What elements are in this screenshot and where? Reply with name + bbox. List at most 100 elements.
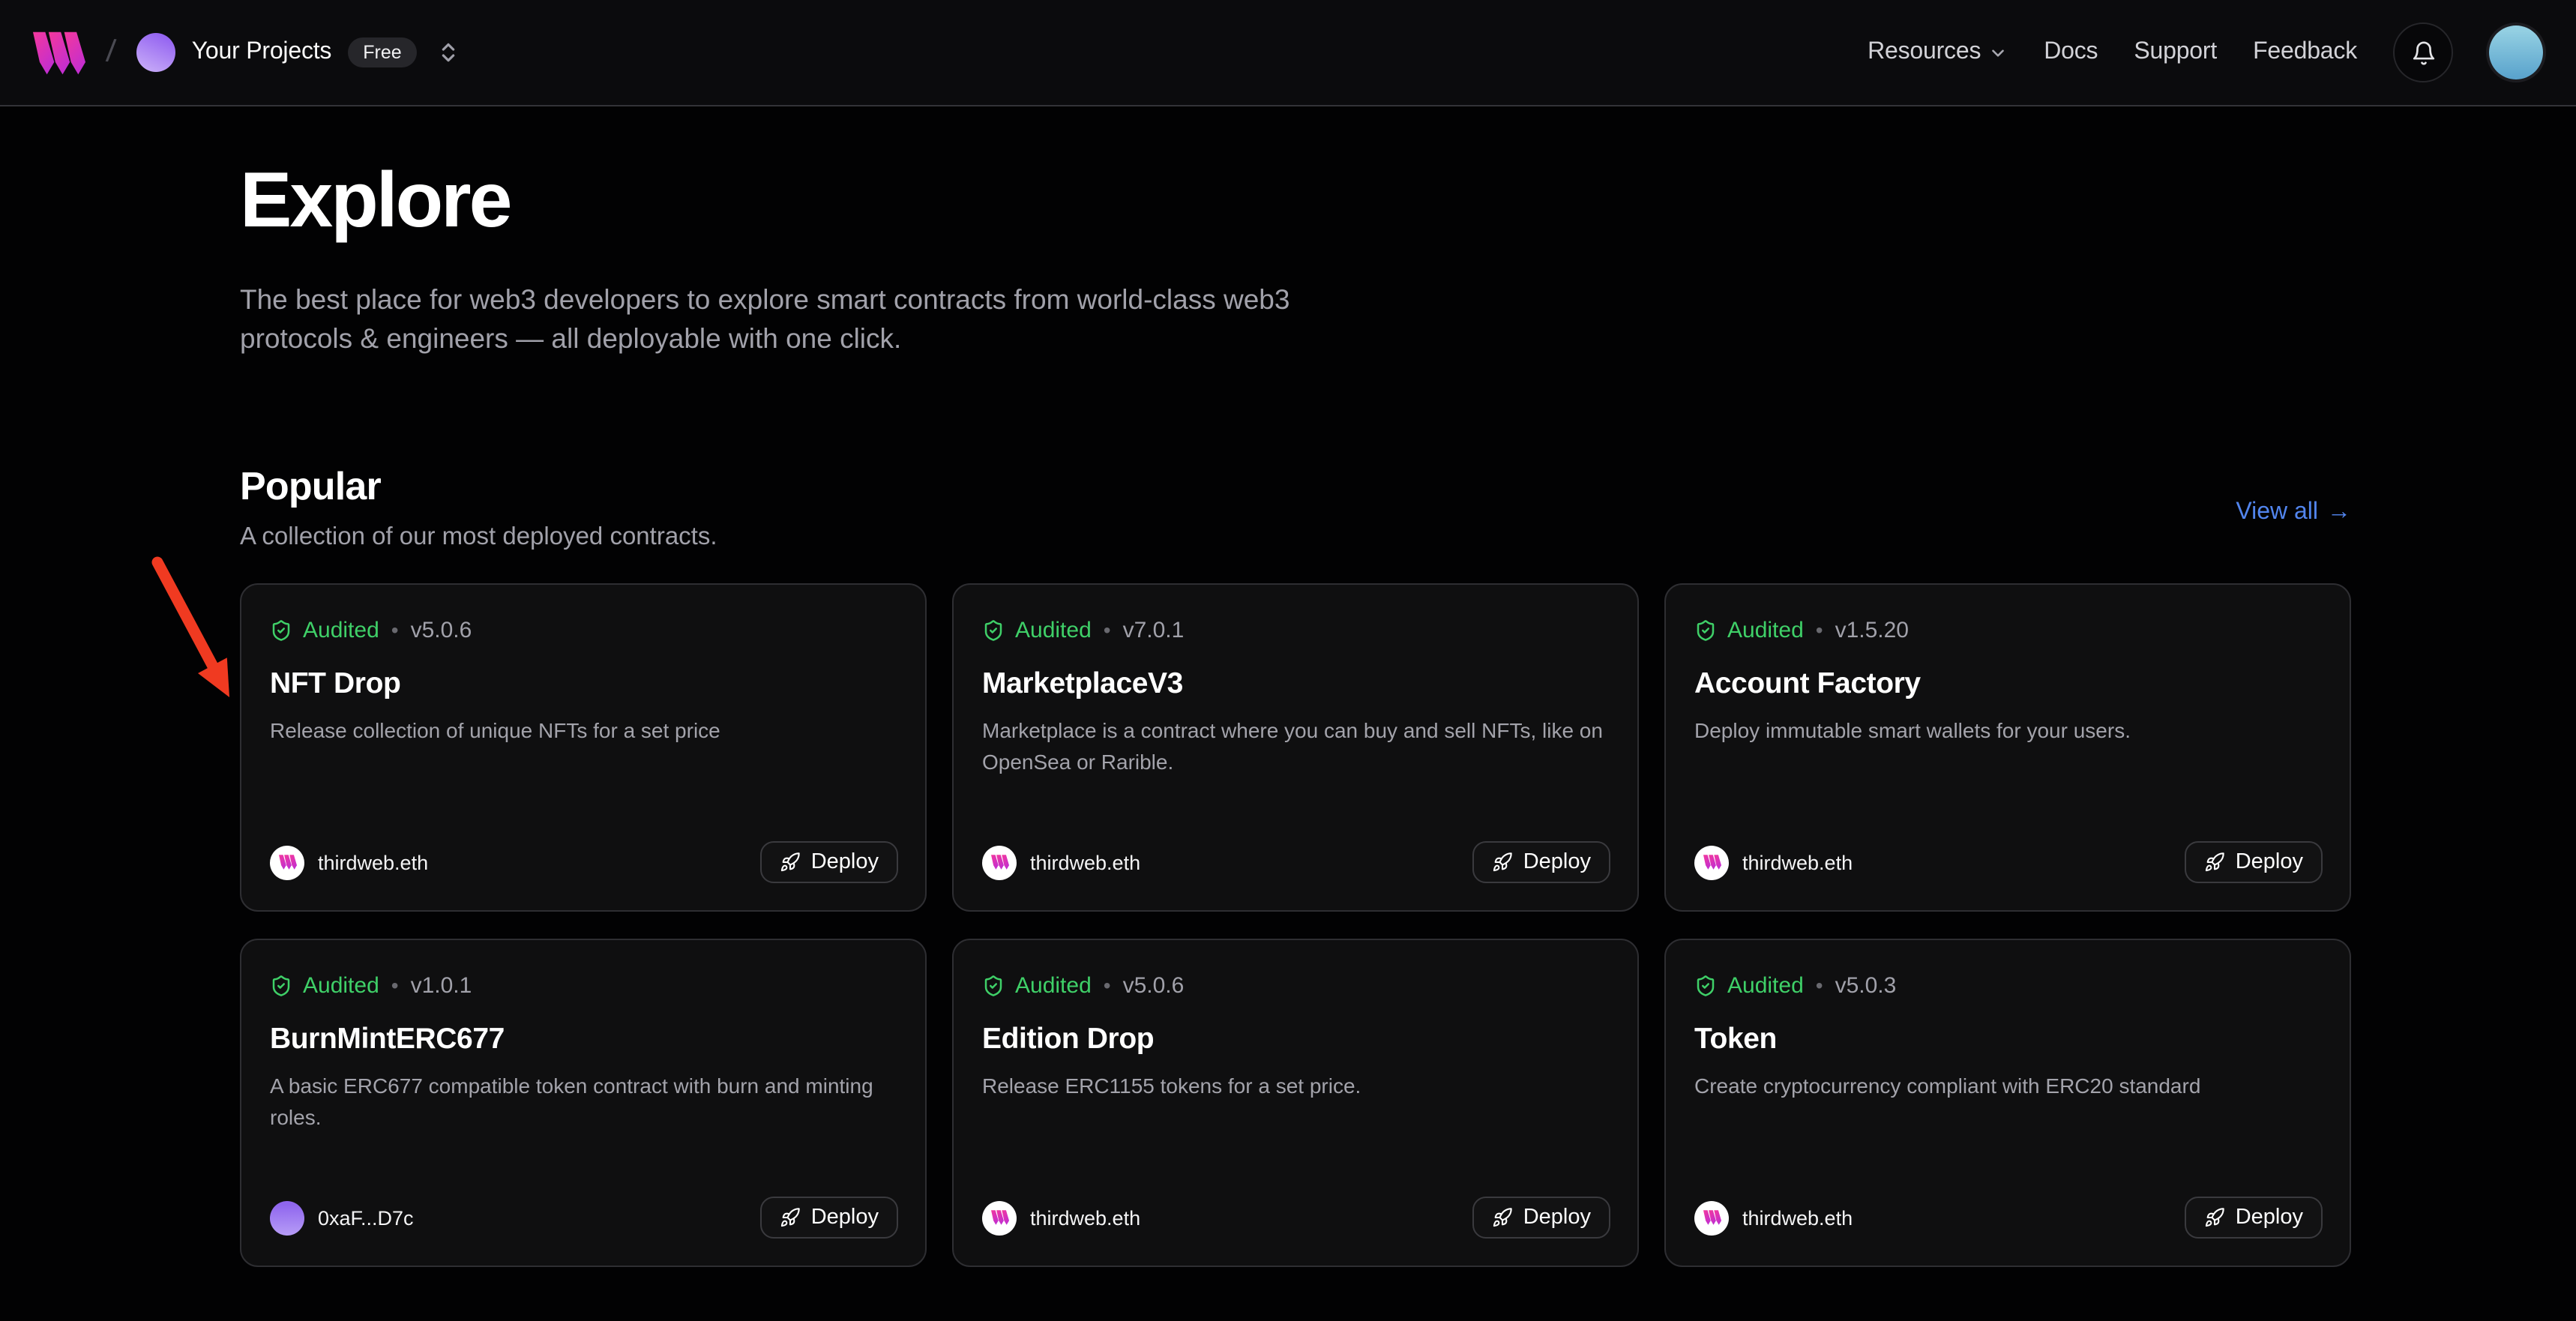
version-label: v5.0.6 — [1123, 972, 1185, 998]
badge-row: Audited • v5.0.6 — [982, 970, 1610, 1000]
nav-links: Resources Docs Support Feedback — [1868, 22, 2543, 82]
badge-row: Audited • v5.0.6 — [270, 615, 898, 645]
deploy-button[interactable]: Deploy — [2185, 841, 2323, 883]
dot-separator: • — [1104, 618, 1111, 642]
audited-badge: Audited — [1015, 972, 1092, 998]
contracts-grid: Audited • v5.0.6 NFT Drop Release collec… — [240, 583, 2351, 1267]
dot-separator: • — [1104, 973, 1111, 997]
dot-separator: • — [1816, 618, 1823, 642]
deploy-label: Deploy — [811, 1206, 879, 1230]
breadcrumb: / Your Projects Free — [33, 31, 460, 74]
contract-card-marketplacev3[interactable]: Audited • v7.0.1 MarketplaceV3 Marketpla… — [952, 583, 1639, 912]
dot-separator: • — [391, 973, 399, 997]
publisher-avatar-thirdweb[interactable] — [1694, 845, 1729, 879]
contract-description: A basic ERC677 compatible token contract… — [270, 1071, 898, 1134]
audited-badge: Audited — [1727, 617, 1804, 643]
chevron-down-icon — [1988, 43, 2008, 62]
view-all-link[interactable]: View all → — [2236, 499, 2351, 526]
version-label: v7.0.1 — [1123, 617, 1185, 643]
shield-check-icon — [982, 974, 1005, 996]
deploy-button[interactable]: Deploy — [760, 1197, 898, 1239]
badge-row: Audited • v7.0.1 — [982, 615, 1610, 645]
deploy-label: Deploy — [2236, 850, 2303, 874]
publisher-name[interactable]: 0xaF...D7c — [318, 1206, 414, 1229]
deploy-label: Deploy — [811, 850, 879, 874]
project-avatar[interactable] — [136, 33, 175, 72]
publisher-name[interactable]: thirdweb.eth — [1030, 1206, 1140, 1229]
card-footer: thirdweb.eth Deploy — [982, 841, 1610, 883]
publisher-name[interactable]: thirdweb.eth — [1742, 851, 1853, 873]
audited-badge: Audited — [1015, 617, 1092, 643]
rocket-icon — [1492, 852, 1513, 873]
deploy-label: Deploy — [1523, 850, 1591, 874]
nav-resources[interactable]: Resources — [1868, 39, 2008, 66]
nav-resources-label: Resources — [1868, 39, 1981, 66]
deploy-button[interactable]: Deploy — [2185, 1197, 2323, 1239]
publisher-avatar-wallet[interactable] — [270, 1200, 304, 1235]
popular-section-header: Popular A collection of our most deploye… — [240, 460, 2351, 553]
contract-description: Marketplace is a contract where you can … — [982, 715, 1610, 778]
contract-card-nft-drop[interactable]: Audited • v5.0.6 NFT Drop Release collec… — [240, 583, 927, 912]
contract-card-token[interactable]: Audited • v5.0.3 Token Create cryptocurr… — [1664, 939, 2351, 1267]
badge-row: Audited • v5.0.3 — [1694, 970, 2323, 1000]
shield-check-icon — [982, 619, 1005, 641]
contract-card-burnminterc677[interactable]: Audited • v1.0.1 BurnMintERC677 A basic … — [240, 939, 927, 1267]
breadcrumb-slash: / — [105, 34, 118, 71]
audited-badge: Audited — [303, 617, 379, 643]
card-footer: 0xaF...D7c Deploy — [270, 1197, 898, 1239]
bell-icon — [2410, 40, 2436, 65]
project-name[interactable]: Your Projects — [192, 39, 332, 66]
shield-check-icon — [1694, 974, 1717, 996]
publisher-avatar-thirdweb[interactable] — [982, 1200, 1017, 1235]
page-subtitle: The best place for web3 developers to ex… — [240, 280, 1357, 358]
contract-title[interactable]: NFT Drop — [270, 666, 898, 703]
nav-docs[interactable]: Docs — [2044, 39, 2098, 66]
top-navbar: / Your Projects Free Resources Docs Supp… — [0, 0, 2576, 106]
rocket-icon — [1492, 1207, 1513, 1228]
deploy-button[interactable]: Deploy — [1472, 841, 1610, 883]
contract-card-account-factory[interactable]: Audited • v1.5.20 Account Factory Deploy… — [1664, 583, 2351, 912]
shield-check-icon — [270, 619, 292, 641]
contract-description: Deploy immutable smart wallets for your … — [1694, 715, 2323, 747]
contract-card-edition-drop[interactable]: Audited • v5.0.6 Edition Drop Release ER… — [952, 939, 1639, 1267]
nav-feedback[interactable]: Feedback — [2253, 39, 2357, 66]
shield-check-icon — [1694, 619, 1717, 641]
contract-description: Release collection of unique NFTs for a … — [270, 715, 898, 747]
deploy-label: Deploy — [1523, 1206, 1591, 1230]
notifications-button[interactable] — [2393, 22, 2453, 82]
contract-title[interactable]: Account Factory — [1694, 666, 2323, 703]
publisher-name[interactable]: thirdweb.eth — [1030, 851, 1140, 873]
page: / Your Projects Free Resources Docs Supp… — [0, 0, 2576, 1321]
user-avatar[interactable] — [2489, 25, 2543, 79]
rocket-icon — [2204, 852, 2225, 873]
main-content: Explore The best place for web3 develope… — [0, 154, 2576, 1267]
version-label: v5.0.6 — [411, 617, 472, 643]
publisher-name[interactable]: thirdweb.eth — [1742, 1206, 1853, 1229]
popular-subtitle: A collection of our most deployed contra… — [240, 520, 717, 553]
publisher-avatar-thirdweb[interactable] — [1694, 1200, 1729, 1235]
rocket-icon — [780, 852, 801, 873]
contract-title[interactable]: MarketplaceV3 — [982, 666, 1610, 703]
chevrons-up-down-icon[interactable] — [436, 40, 460, 64]
publisher-avatar-thirdweb[interactable] — [270, 845, 304, 879]
deploy-label: Deploy — [2236, 1206, 2303, 1230]
card-footer: thirdweb.eth Deploy — [1694, 841, 2323, 883]
card-footer: thirdweb.eth Deploy — [982, 1197, 1610, 1239]
contract-description: Create cryptocurrency compliant with ERC… — [1694, 1071, 2323, 1102]
contract-title[interactable]: BurnMintERC677 — [270, 1021, 898, 1059]
audited-badge: Audited — [1727, 972, 1804, 998]
thirdweb-logo-icon[interactable] — [33, 31, 85, 74]
contract-title[interactable]: Token — [1694, 1021, 2323, 1059]
card-footer: thirdweb.eth Deploy — [270, 841, 898, 883]
publisher-name[interactable]: thirdweb.eth — [318, 851, 428, 873]
dot-separator: • — [391, 618, 399, 642]
contract-title[interactable]: Edition Drop — [982, 1021, 1610, 1059]
publisher-avatar-thirdweb[interactable] — [982, 845, 1017, 879]
deploy-button[interactable]: Deploy — [1472, 1197, 1610, 1239]
view-all-label: View all — [2236, 499, 2318, 526]
nav-support[interactable]: Support — [2134, 39, 2217, 66]
card-footer: thirdweb.eth Deploy — [1694, 1197, 2323, 1239]
arrow-right-icon: → — [2327, 499, 2351, 526]
deploy-button[interactable]: Deploy — [760, 841, 898, 883]
plan-badge: Free — [348, 37, 416, 68]
